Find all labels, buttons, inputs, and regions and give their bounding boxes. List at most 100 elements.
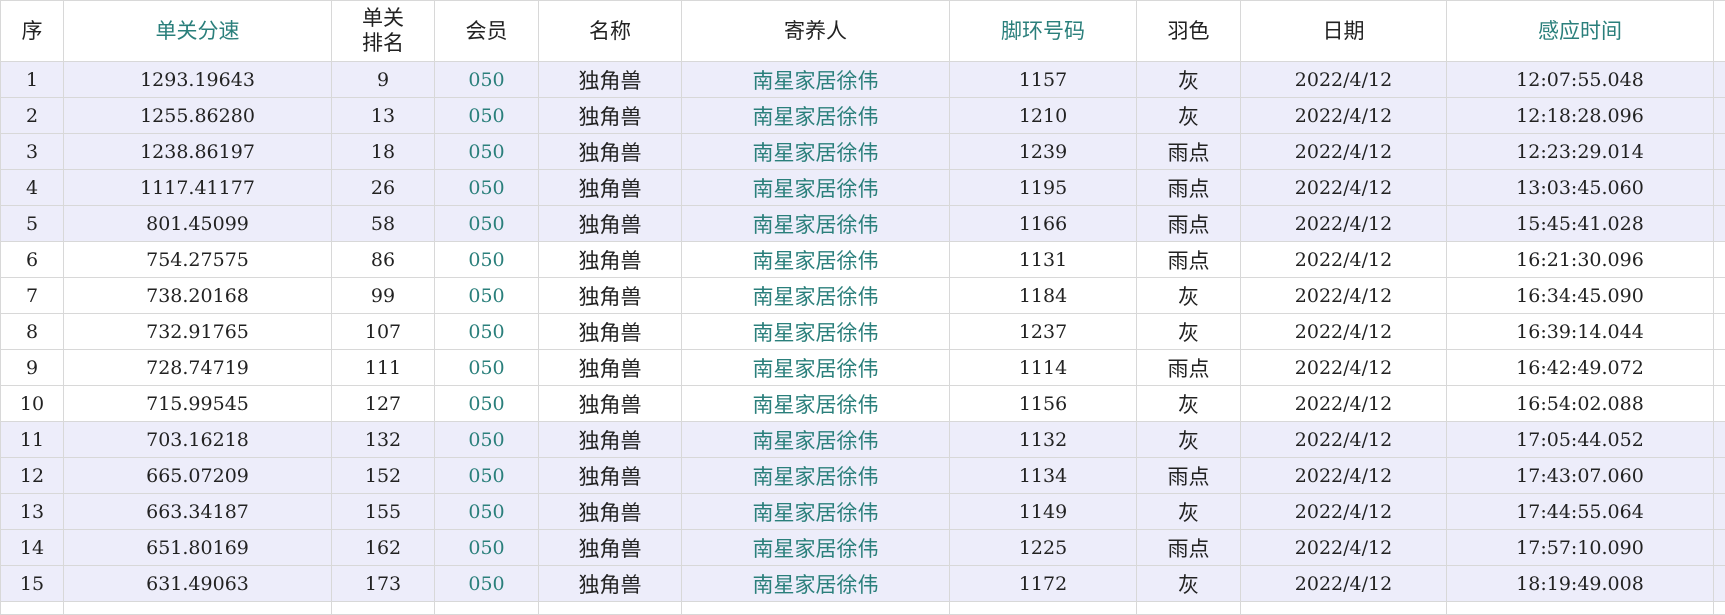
cell-member[interactable]: 050 (435, 458, 539, 494)
cell-ring[interactable]: 1134 (950, 458, 1137, 494)
cell-rank[interactable]: 155 (332, 494, 435, 530)
cell-speed[interactable]: 715.99545 (64, 386, 332, 422)
cell-ring[interactable]: 1195 (950, 170, 1137, 206)
cell-owner[interactable]: 南星家居徐伟 (682, 62, 950, 98)
cell-date[interactable]: 2022/4/12 (1241, 278, 1447, 314)
cell-owner[interactable]: 南星家居徐伟 (682, 566, 950, 602)
cell-name[interactable]: 独角兽 (539, 278, 682, 314)
cell-seq[interactable]: 14 (1, 530, 64, 566)
cell-ring[interactable]: 1210 (950, 98, 1137, 134)
cell-color[interactable]: 灰 (1137, 494, 1241, 530)
cell-time[interactable]: 16:34:45.090 (1447, 278, 1714, 314)
cell-ring[interactable]: 1149 (950, 494, 1137, 530)
cell-speed[interactable]: 651.80169 (64, 530, 332, 566)
cell-ring[interactable]: 1131 (950, 242, 1137, 278)
cell-seq[interactable]: 13 (1, 494, 64, 530)
cell-color[interactable]: 灰 (1137, 422, 1241, 458)
cell-member[interactable]: 050 (435, 350, 539, 386)
cell-date[interactable]: 2022/4/12 (1241, 134, 1447, 170)
cell-ring[interactable]: 1184 (950, 278, 1137, 314)
cell-speed[interactable]: 1293.19643 (64, 62, 332, 98)
cell-ring[interactable]: 1237 (950, 314, 1137, 350)
cell-owner[interactable]: 南星家居徐伟 (682, 458, 950, 494)
cell-owner[interactable]: 南星家居徐伟 (682, 98, 950, 134)
header-rank[interactable]: 单关 排名 (332, 1, 435, 62)
cell-name[interactable]: 独角兽 (539, 350, 682, 386)
cell-speed[interactable]: 754.27575 (64, 242, 332, 278)
cell-time[interactable]: 12:18:28.096 (1447, 98, 1714, 134)
cell-rank[interactable]: 26 (332, 170, 435, 206)
cell-date[interactable]: 2022/4/12 (1241, 422, 1447, 458)
cell-date[interactable]: 2022/4/12 (1241, 530, 1447, 566)
cell-speed[interactable]: 732.91765 (64, 314, 332, 350)
cell-member[interactable]: 050 (435, 278, 539, 314)
cell-rank[interactable]: 18 (332, 134, 435, 170)
header-speed[interactable]: 单关分速 (64, 1, 332, 62)
cell-color[interactable]: 雨点 (1137, 530, 1241, 566)
cell-name[interactable]: 独角兽 (539, 458, 682, 494)
cell-time[interactable]: 15:45:41.028 (1447, 206, 1714, 242)
cell-name[interactable]: 独角兽 (539, 422, 682, 458)
cell-ring[interactable]: 1166 (950, 206, 1137, 242)
cell-name[interactable]: 独角兽 (539, 134, 682, 170)
cell-owner[interactable]: 南星家居徐伟 (682, 350, 950, 386)
cell-time[interactable]: 12:23:29.014 (1447, 134, 1714, 170)
cell-ring[interactable]: 1239 (950, 134, 1137, 170)
cell-time[interactable]: 17:44:55.064 (1447, 494, 1714, 530)
cell-time[interactable]: 18:19:49.008 (1447, 566, 1714, 602)
cell-ring[interactable]: 1172 (950, 566, 1137, 602)
cell-time[interactable]: 16:42:49.072 (1447, 350, 1714, 386)
header-color[interactable]: 羽色 (1137, 1, 1241, 62)
cell-name[interactable]: 独角兽 (539, 98, 682, 134)
cell-rank[interactable]: 111 (332, 350, 435, 386)
cell-date[interactable]: 2022/4/12 (1241, 494, 1447, 530)
cell-time[interactable]: 12:07:55.048 (1447, 62, 1714, 98)
cell-seq[interactable]: 3 (1, 134, 64, 170)
cell-speed[interactable]: 1238.86197 (64, 134, 332, 170)
cell-rank[interactable]: 152 (332, 458, 435, 494)
cell-date[interactable]: 2022/4/12 (1241, 386, 1447, 422)
cell-rank[interactable]: 173 (332, 566, 435, 602)
cell-name[interactable]: 独角兽 (539, 494, 682, 530)
cell-color[interactable]: 雨点 (1137, 134, 1241, 170)
cell-name[interactable]: 独角兽 (539, 206, 682, 242)
header-name[interactable]: 名称 (539, 1, 682, 62)
cell-speed[interactable]: 631.49063 (64, 566, 332, 602)
cell-seq[interactable]: 15 (1, 566, 64, 602)
cell-rank[interactable]: 13 (332, 98, 435, 134)
cell-seq[interactable]: 1 (1, 62, 64, 98)
cell-color[interactable]: 灰 (1137, 98, 1241, 134)
cell-color[interactable]: 雨点 (1137, 170, 1241, 206)
cell-time[interactable]: 16:39:14.044 (1447, 314, 1714, 350)
cell-seq[interactable]: 12 (1, 458, 64, 494)
cell-rank[interactable]: 132 (332, 422, 435, 458)
cell-time[interactable]: 17:05:44.052 (1447, 422, 1714, 458)
cell-color[interactable]: 雨点 (1137, 206, 1241, 242)
cell-rank[interactable]: 127 (332, 386, 435, 422)
cell-owner[interactable]: 南星家居徐伟 (682, 494, 950, 530)
cell-date[interactable]: 2022/4/12 (1241, 458, 1447, 494)
cell-rank[interactable]: 107 (332, 314, 435, 350)
cell-name[interactable]: 独角兽 (539, 242, 682, 278)
cell-member[interactable]: 050 (435, 242, 539, 278)
cell-date[interactable]: 2022/4/12 (1241, 242, 1447, 278)
cell-date[interactable]: 2022/4/12 (1241, 314, 1447, 350)
cell-date[interactable]: 2022/4/12 (1241, 206, 1447, 242)
cell-owner[interactable]: 南星家居徐伟 (682, 422, 950, 458)
cell-seq[interactable]: 11 (1, 422, 64, 458)
cell-seq[interactable]: 4 (1, 170, 64, 206)
cell-member[interactable]: 050 (435, 530, 539, 566)
cell-speed[interactable]: 665.07209 (64, 458, 332, 494)
cell-owner[interactable]: 南星家居徐伟 (682, 242, 950, 278)
cell-name[interactable]: 独角兽 (539, 530, 682, 566)
cell-seq[interactable]: 10 (1, 386, 64, 422)
cell-member[interactable]: 050 (435, 386, 539, 422)
cell-owner[interactable]: 南星家居徐伟 (682, 134, 950, 170)
cell-speed[interactable]: 703.16218 (64, 422, 332, 458)
cell-date[interactable]: 2022/4/12 (1241, 350, 1447, 386)
cell-name[interactable]: 独角兽 (539, 566, 682, 602)
cell-member[interactable]: 050 (435, 422, 539, 458)
cell-color[interactable]: 雨点 (1137, 458, 1241, 494)
cell-name[interactable]: 独角兽 (539, 314, 682, 350)
cell-owner[interactable]: 南星家居徐伟 (682, 206, 950, 242)
